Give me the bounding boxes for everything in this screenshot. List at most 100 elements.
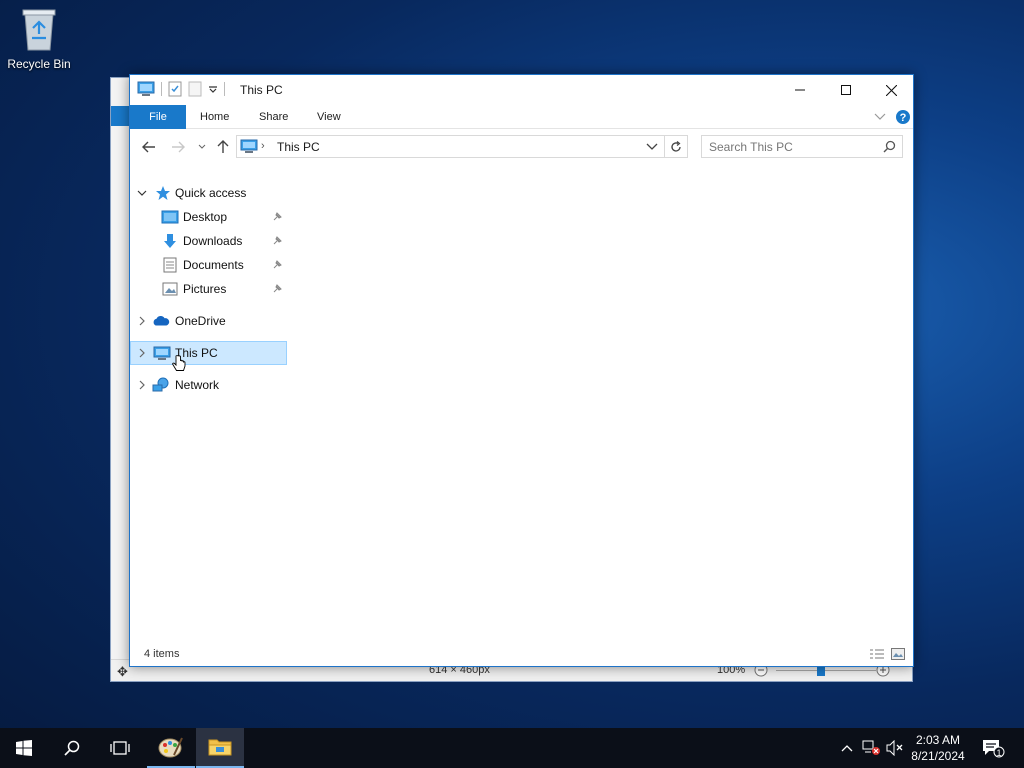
nav-onedrive[interactable]: OneDrive	[130, 309, 288, 333]
taskbar: 2:03 AM 8/21/2024 1	[0, 728, 1024, 768]
search-box[interactable]	[701, 135, 903, 158]
paint-palette-icon	[158, 737, 183, 758]
nav-item-pictures[interactable]: Pictures	[130, 277, 288, 301]
up-button[interactable]	[215, 139, 231, 155]
chevron-down-icon	[646, 143, 658, 150]
windows-logo-icon	[16, 740, 32, 756]
nav-item-documents[interactable]: Documents	[130, 253, 288, 277]
notification-count-badge: 1	[996, 748, 1002, 758]
expand-chevron-icon[interactable]	[136, 347, 148, 359]
expand-ribbon-button[interactable]	[874, 111, 886, 125]
pin-icon[interactable]	[272, 259, 282, 273]
back-arrow-icon	[142, 141, 155, 153]
this-pc-icon	[137, 81, 155, 96]
task-view-icon	[110, 741, 130, 755]
help-icon: ?	[896, 110, 910, 124]
tab-home[interactable]: Home	[186, 105, 243, 129]
file-explorer-window[interactable]: This PC File Home Share View ? › This PC…	[129, 74, 914, 667]
search-button[interactable]	[48, 728, 96, 768]
nav-this-pc[interactable]: This PC	[130, 341, 287, 371]
maximize-button[interactable]	[823, 75, 869, 105]
nav-item-desktop-label: Desktop	[183, 210, 228, 224]
network-disconnected-icon	[862, 740, 880, 755]
close-button[interactable]	[868, 75, 914, 105]
close-icon	[885, 84, 897, 96]
forward-button[interactable]	[170, 139, 186, 155]
details-view-icon[interactable]	[869, 648, 885, 663]
collapse-chevron-icon[interactable]	[136, 187, 148, 199]
address-dropdown-button[interactable]	[645, 138, 659, 157]
properties-icon[interactable]	[168, 81, 182, 97]
chevron-right-icon[interactable]: ›	[261, 140, 265, 152]
pictures-icon	[161, 281, 179, 297]
start-button[interactable]	[0, 728, 48, 768]
minimize-button[interactable]	[777, 75, 823, 105]
search-icon[interactable]	[883, 140, 896, 156]
minimize-icon	[795, 89, 805, 91]
tab-file[interactable]: File	[130, 105, 186, 129]
chevron-down-icon	[874, 113, 886, 120]
nav-network[interactable]: Network	[130, 373, 288, 397]
nav-item-desktop[interactable]: Desktop	[130, 205, 288, 229]
pin-icon[interactable]	[272, 235, 282, 249]
refresh-icon	[671, 140, 681, 152]
refresh-button[interactable]	[664, 136, 687, 157]
nav-quick-access[interactable]: Quick access	[130, 181, 288, 205]
this-pc-icon	[153, 345, 171, 361]
background-window-ribbon	[111, 106, 131, 126]
move-cursor-icon: ✥	[117, 664, 128, 679]
pin-icon[interactable]	[272, 283, 282, 297]
recycle-bin-shortcut[interactable]: Recycle Bin	[4, 6, 74, 71]
nav-item-documents-label: Documents	[183, 258, 244, 272]
search-input[interactable]	[702, 136, 872, 157]
item-count: 4 items	[144, 648, 180, 660]
clock[interactable]: 2:03 AM 8/21/2024	[906, 732, 970, 764]
address-box[interactable]: › This PC	[236, 135, 688, 158]
tab-share[interactable]: Share	[245, 105, 302, 129]
address-path[interactable]: This PC	[277, 140, 320, 154]
recycle-bin-icon	[22, 9, 56, 51]
address-bar-row: › This PC	[130, 131, 913, 161]
volume-muted-icon	[886, 740, 903, 756]
volume-button[interactable]	[884, 728, 906, 768]
new-folder-icon[interactable]	[188, 81, 202, 97]
action-center-button[interactable]: 1	[978, 728, 1008, 768]
task-view-button[interactable]	[96, 728, 144, 768]
recent-locations-button[interactable]	[194, 139, 210, 155]
recycle-bin-label: Recycle Bin	[7, 57, 71, 71]
nav-item-pictures-label: Pictures	[183, 282, 227, 296]
expand-chevron-icon[interactable]	[136, 379, 148, 391]
back-button[interactable]	[141, 139, 157, 155]
nav-item-downloads-label: Downloads	[183, 234, 243, 248]
large-icons-view-icon[interactable]	[891, 648, 905, 663]
network-icon	[152, 377, 170, 393]
zoom-slider-track[interactable]	[776, 670, 876, 671]
pin-icon[interactable]	[272, 211, 282, 225]
clock-date: 8/21/2024	[911, 749, 965, 763]
nav-onedrive-label: OneDrive	[175, 314, 226, 328]
title-bar[interactable]: This PC	[130, 75, 913, 105]
nav-item-downloads[interactable]: Downloads	[130, 229, 288, 253]
chevron-up-icon	[841, 745, 853, 752]
svg-text:?: ?	[900, 112, 907, 124]
onedrive-cloud-icon	[152, 313, 170, 329]
downloads-arrow-icon	[161, 233, 179, 249]
customize-toolbar-icon[interactable]	[208, 84, 218, 94]
show-hidden-icons-button[interactable]	[838, 728, 856, 768]
taskbar-file-explorer-button[interactable]	[196, 728, 244, 768]
this-pc-icon	[240, 139, 258, 157]
status-bar: 4 items	[130, 642, 913, 666]
forward-arrow-icon	[172, 141, 185, 153]
help-button[interactable]: ?	[895, 109, 911, 128]
network-status-button[interactable]	[860, 728, 882, 768]
tab-view[interactable]: View	[303, 105, 355, 129]
expand-chevron-icon[interactable]	[136, 315, 148, 327]
nav-network-label: Network	[175, 378, 220, 392]
ribbon-tabs: File Home Share View ?	[130, 105, 913, 129]
taskbar-paint-button[interactable]	[147, 728, 195, 768]
maximize-icon	[841, 85, 851, 95]
view-toggle-group	[869, 648, 905, 663]
clock-time: 2:03 AM	[915, 733, 961, 747]
file-explorer-folder-icon	[208, 739, 232, 756]
desktop-folder-icon	[161, 209, 179, 225]
